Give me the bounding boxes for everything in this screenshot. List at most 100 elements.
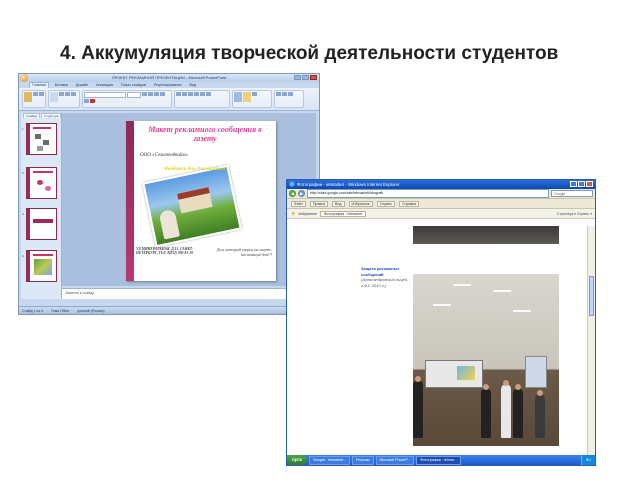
start-button[interactable]: пуск [287,455,308,465]
slides-tab[interactable]: Слайды [23,113,41,118]
arrange-icon[interactable] [243,92,251,102]
thumbnail-number: 4 [22,254,24,258]
bullets-icon[interactable] [176,92,181,96]
align-right-icon[interactable] [206,92,211,96]
replace-icon[interactable] [282,92,287,96]
italic-icon[interactable] [148,92,153,96]
slide-photo[interactable] [142,164,242,248]
caption-title: Защита рекламных сообщений [361,266,400,277]
tab-home[interactable]: Главная [29,82,49,88]
align-center-icon[interactable] [200,92,205,96]
strike-icon[interactable] [160,92,165,96]
powerpoint-window-title: ПРОЕКТ РЕКЛАМНОЙ ПРЕЗЕНТАЦИИ - Microsoft… [111,75,227,80]
select-icon[interactable] [288,92,293,96]
find-icon[interactable] [276,92,281,96]
tab-animation[interactable]: Анимация [94,82,115,88]
slide-slogan-text[interactable]: Найдется дом для каждого! [164,167,227,172]
ribbon [19,88,319,111]
slide-note-text[interactable]: Дом, который уверен вы ищете, настоящий … [206,247,272,257]
ribbon-group-editing [274,90,304,108]
browser-window-controls [570,181,593,187]
cut-icon[interactable] [33,92,38,96]
notes-pane[interactable]: Заметки к слайду [62,288,316,299]
screen-picture [525,356,547,388]
browser-window: Фотографии - ietmarket - Windows Interne… [286,179,596,466]
favorites-label[interactable]: Избранное [298,212,316,216]
bold-icon[interactable] [142,92,147,96]
browser-close-button[interactable] [586,181,593,187]
slide-thumbnail-3[interactable] [26,208,57,240]
tab-review[interactable]: Рецензирование [152,82,184,88]
slide-address-text[interactable]: УЛ.МИНЕРАЛЬНАЯ, Д.15, САНКТ-ПЕТЕРБУРГ, Т… [136,247,194,256]
photo-caption: Защита рекламных сообщений (Александровс… [361,266,413,288]
align-left-icon[interactable] [194,92,199,96]
taskbar-item-active[interactable]: Фотографии - ietmar... [416,455,461,465]
command-bar-tools[interactable]: Страница ▾ Сервис ▾ [557,212,592,216]
menu-view[interactable]: Вид [331,200,345,207]
slide-thumbnail-2[interactable] [26,167,57,199]
paste-icon[interactable] [24,92,32,102]
slide-canvas: Макет рекламного сообщения в газету ООО … [62,113,316,286]
slide-accent-bar [126,121,134,281]
layout-icon[interactable] [59,92,64,96]
classroom-photo[interactable] [413,274,559,446]
font-name-field[interactable] [84,92,126,98]
ribbon-group-clipboard [22,90,46,108]
taskbar-item[interactable]: Microsoft PowerP... [375,455,415,465]
underline-icon[interactable] [154,92,159,96]
favorites-star-icon[interactable]: ★ [291,211,295,217]
taskbar-item[interactable]: Рисунки [351,455,374,465]
close-button[interactable] [310,75,317,80]
windows-taskbar: пуск Лекция - ietmarket... Рисунки Micro… [287,455,595,465]
scrollbar-thumb[interactable] [589,276,594,316]
address-input[interactable]: http://sites.google.com/site/ietmarket/f… [307,189,549,198]
forward-arrow-icon[interactable]: ▶ [298,190,305,197]
delete-slide-icon[interactable] [71,92,76,96]
fill-icon[interactable] [252,92,257,96]
browser-minimize-button[interactable] [570,181,577,187]
tab-slideshow[interactable]: Показ слайдов [119,82,148,88]
menu-file[interactable]: Файл [291,200,306,207]
copy-icon[interactable] [39,92,44,96]
maximize-button[interactable] [302,75,309,80]
indent-icon[interactable] [188,92,193,96]
new-slide-icon[interactable] [50,92,58,102]
menu-favorites[interactable]: Избранное [348,200,373,207]
thumbnail-number: 3 [22,212,24,216]
thumbnail-number: 1 [22,127,24,131]
font-size-field[interactable] [127,92,141,98]
person-picture [158,208,181,240]
menu-edit[interactable]: Правка [309,200,328,207]
minimize-button[interactable] [294,75,301,80]
slide-thumbnail-1[interactable] [26,123,57,155]
slides-panel-tabs: Слайды Структура [21,113,62,118]
slide-thumbnail-4[interactable] [26,250,57,282]
ribbon-group-font [82,90,172,108]
language-indicator[interactable]: RU [580,455,595,465]
reset-icon[interactable] [65,92,70,96]
search-input[interactable]: Google [551,190,593,197]
slide-title-text[interactable]: Макет рекламного сообщения в газету [142,125,268,143]
numbering-icon[interactable] [182,92,187,96]
tab-design[interactable]: Дизайн [74,82,90,88]
slide-company-text[interactable]: ООО «Сельтендвайм» [140,153,188,158]
back-arrow-icon[interactable]: ◀ [289,190,296,197]
current-slide[interactable]: Макет рекламного сообщения в газету ООО … [126,121,276,281]
menu-tools[interactable]: Сервис [376,200,396,207]
powerpoint-titlebar: ПРОЕКТ РЕКЛАМНОЙ ПРЕЗЕНТАЦИИ - Microsoft… [19,74,319,82]
menu-help[interactable]: Справка [399,200,420,207]
vertical-scrollbar[interactable] [587,226,595,458]
status-language: русский (Россия) [77,309,105,313]
shapes-icon[interactable] [234,92,242,102]
favorites-bar: ★ Избранное Фотографии - ietmarket Стран… [287,209,595,219]
taskbar-item[interactable]: Лекция - ietmarket... [309,455,350,465]
tab-insert[interactable]: Вставка [53,82,70,88]
slide-heading: 4. Аккумуляция творческой деятельности с… [60,43,559,64]
shadow-icon[interactable] [84,99,89,103]
outline-tab[interactable]: Структура [41,113,62,118]
browser-tab[interactable]: Фотографии - ietmarket [319,210,367,217]
font-color-icon[interactable] [90,99,95,103]
office-button-icon[interactable] [20,74,28,82]
browser-maximize-button[interactable] [578,181,585,187]
tab-view[interactable]: Вид [188,82,199,88]
